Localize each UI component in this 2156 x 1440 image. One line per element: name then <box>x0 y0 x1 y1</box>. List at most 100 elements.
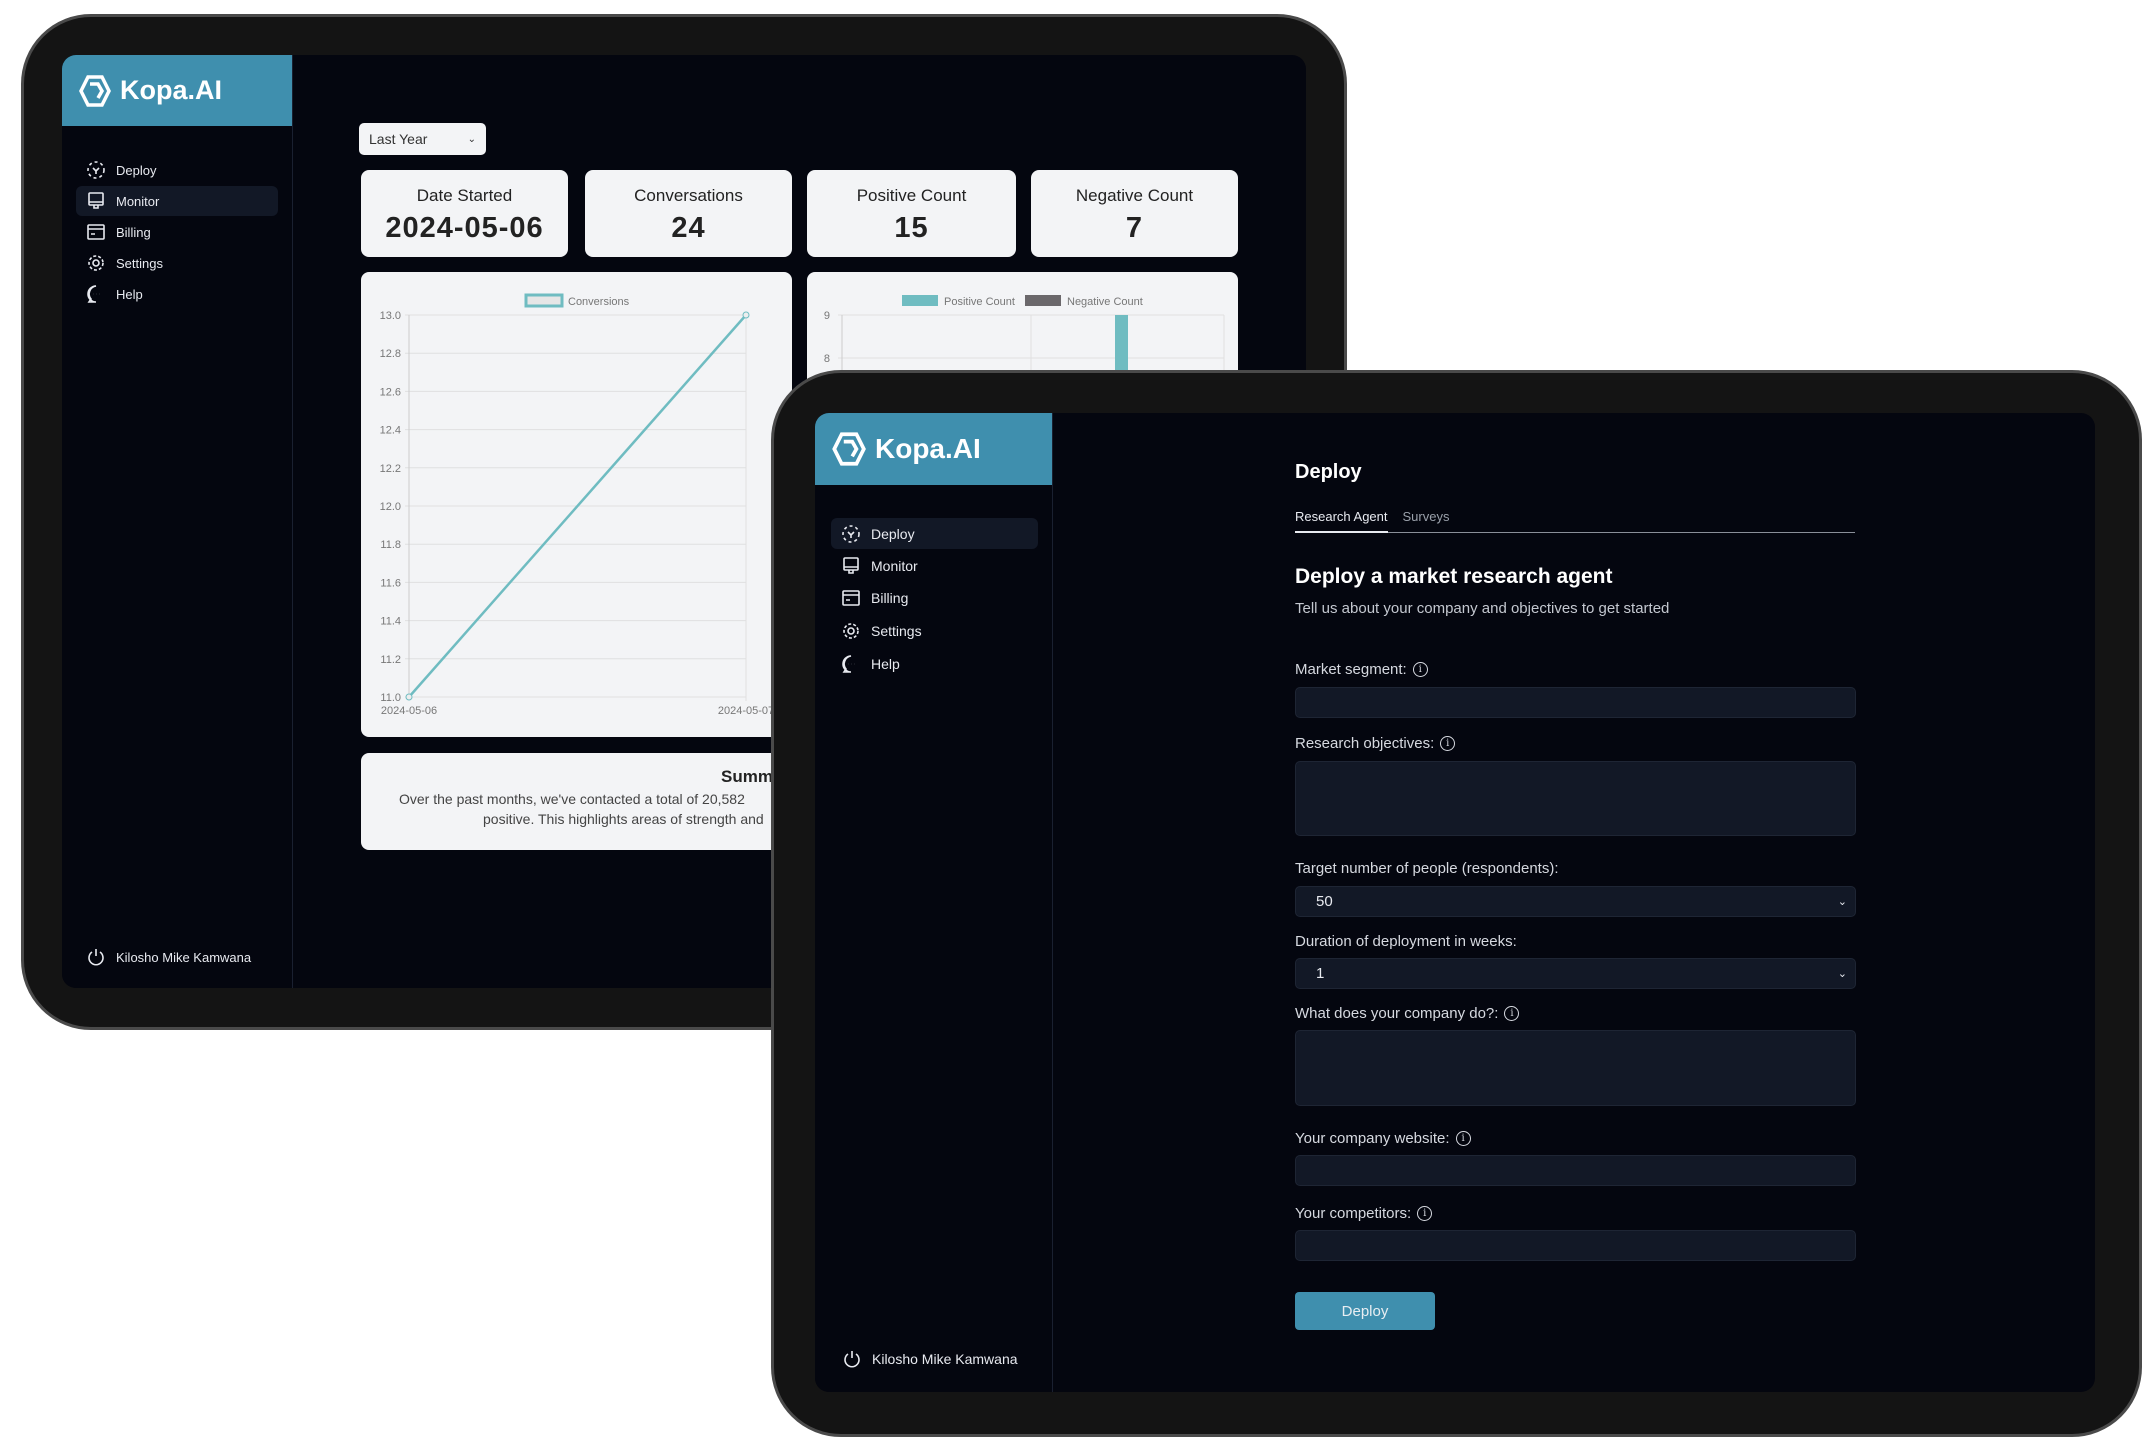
sidebar-item-monitor[interactable]: Monitor <box>831 550 1038 581</box>
label-text: Target number of people (respondents): <box>1295 860 1559 877</box>
label-text: What does your company do?: <box>1295 1005 1499 1022</box>
info-icon[interactable]: i <box>1455 1131 1471 1146</box>
legend-label: Negative Count <box>1067 296 1143 308</box>
sidebar-item-billing[interactable]: Billing <box>831 582 1038 613</box>
brand-header: Kopa.AI <box>62 55 292 126</box>
duration-select[interactable]: 1 ⌄ <box>1295 958 1856 989</box>
stat-value: 7 <box>1125 212 1144 244</box>
info-icon[interactable]: i <box>1440 736 1456 751</box>
deploy-icon <box>87 161 105 179</box>
y-tick-label: 12.4 <box>380 425 401 437</box>
user-name: Kilosho Mike Kamwana <box>872 1351 1018 1367</box>
label-text: Research objectives: <box>1295 735 1435 752</box>
label-text: Your company website: <box>1295 1130 1450 1147</box>
page-title: Deploy <box>1295 461 1362 483</box>
select-value: 1 <box>1316 965 1325 982</box>
target-select[interactable]: 50 ⌄ <box>1295 886 1856 917</box>
info-icon[interactable]: i <box>1412 662 1428 677</box>
brand-name: Kopa.AI <box>120 75 223 105</box>
y-tick-label: 12.8 <box>380 348 401 360</box>
sidebar-item-deploy[interactable]: Deploy <box>76 155 278 185</box>
market-segment-input[interactable] <box>1295 687 1856 718</box>
sidebar: Kopa.AI Deploy Monitor Billing Settings … <box>815 413 1053 1392</box>
chevron-down-icon: ⌄ <box>1837 896 1847 908</box>
sidebar-item-monitor[interactable]: Monitor <box>76 186 278 216</box>
research-objectives-textarea[interactable] <box>1295 761 1856 836</box>
user-logout[interactable]: Kilosho Mike Kamwana <box>842 1349 1018 1369</box>
deploy-button[interactable]: Deploy <box>1295 1292 1435 1330</box>
select-value: 50 <box>1316 893 1333 910</box>
sidebar-item-label: Settings <box>116 255 163 271</box>
sidebar-item-label: Billing <box>871 589 909 606</box>
sidebar: Kopa.AI Deploy Monitor Billing Settings … <box>62 55 293 988</box>
y-tick-label: 8 <box>824 353 830 365</box>
legend-label: Positive Count <box>944 296 1015 308</box>
y-tick-label: 13.0 <box>380 310 401 322</box>
y-tick-label: 9 <box>824 310 830 322</box>
research-objectives-label: Research objectives: i <box>1295 735 1456 752</box>
target-label: Target number of people (respondents): <box>1295 860 1559 877</box>
line-chart: 13.0 12.8 12.6 12.4 12.2 12.0 11.8 11.6 11.4 11.2… <box>380 293 774 717</box>
power-icon <box>844 1351 860 1368</box>
x-tick-label: 2024-05-07 <box>718 705 774 717</box>
stat-label: Conversations <box>634 186 743 205</box>
sidebar-item-label: Help <box>871 655 900 672</box>
y-tick-label: 11.0 <box>380 692 401 704</box>
y-tick-label: 12.6 <box>380 386 401 398</box>
tab-research-agent[interactable]: Research Agent <box>1295 509 1388 533</box>
monitor-icon <box>88 192 104 209</box>
user-name: Kilosho Mike Kamwana <box>116 949 252 965</box>
info-icon[interactable]: i <box>1504 1006 1520 1021</box>
stat-card-negative: Negative Count 7 <box>1031 170 1238 257</box>
chat-icon <box>842 654 855 673</box>
stat-card-conversations: Conversations 24 <box>585 170 792 257</box>
user-logout[interactable]: Kilosho Mike Kamwana <box>86 947 251 967</box>
label-text: Market segment: <box>1295 661 1407 678</box>
sidebar-item-label: Help <box>116 286 143 302</box>
tab-bar: Research Agent Surveys <box>1295 509 1855 533</box>
sidebar-item-help[interactable]: Help <box>831 648 1038 679</box>
info-icon[interactable]: i <box>1417 1206 1433 1221</box>
stat-card-positive: Positive Count 15 <box>807 170 1016 257</box>
stat-value: 15 <box>894 212 929 244</box>
y-tick-label: 11.2 <box>380 654 401 666</box>
stat-label: Positive Count <box>856 186 967 205</box>
sidebar-item-settings[interactable]: Settings <box>831 615 1038 646</box>
competitors-label: Your competitors: i <box>1295 1205 1433 1222</box>
y-tick-label: 11.8 <box>380 539 401 551</box>
competitors-input[interactable] <box>1295 1230 1856 1261</box>
deploy-screen: Kopa.AI Deploy Monitor Billing Settings … <box>815 413 2095 1392</box>
y-tick-label: 11.6 <box>380 577 401 589</box>
data-point <box>405 693 413 701</box>
period-select[interactable]: Last Year ⌄ <box>359 123 486 155</box>
y-tick-label: 12.0 <box>380 501 401 513</box>
company-do-label: What does your company do?: i <box>1295 1005 1520 1022</box>
sidebar-item-label: Monitor <box>871 557 918 574</box>
sidebar-item-billing[interactable]: Billing <box>76 217 278 247</box>
sidebar-item-deploy[interactable]: Deploy <box>831 518 1038 549</box>
logo-icon <box>832 432 866 466</box>
sidebar-item-settings[interactable]: Settings <box>76 248 278 278</box>
website-input[interactable] <box>1295 1155 1856 1186</box>
duration-label: Duration of deployment in weeks: <box>1295 933 1517 950</box>
deploy-icon <box>842 524 860 543</box>
gear-icon <box>88 255 104 271</box>
billing-icon <box>87 224 105 240</box>
website-label: Your company website: i <box>1295 1130 1471 1147</box>
stat-value: 24 <box>671 212 706 244</box>
power-icon <box>88 949 104 966</box>
legend-swatch <box>524 293 564 308</box>
chevron-down-icon: ⌄ <box>467 133 476 145</box>
chat-icon <box>87 285 100 303</box>
tab-surveys[interactable]: Surveys <box>1403 509 1450 532</box>
market-segment-label: Market segment: i <box>1295 661 1428 678</box>
y-tick-label: 12.2 <box>380 463 401 475</box>
company-do-textarea[interactable] <box>1295 1030 1856 1106</box>
form-heading: Deploy a market research agent <box>1295 565 1613 588</box>
line-chart-card: 13.0 12.8 12.6 12.4 12.2 12.0 11.8 11.6 11.4 11.2… <box>361 272 792 737</box>
stat-label: Date Started <box>416 186 513 205</box>
sidebar-item-help[interactable]: Help <box>76 279 278 309</box>
sidebar-item-label: Settings <box>871 622 922 639</box>
sidebar-item-label: Deploy <box>116 162 157 178</box>
sidebar-item-label: Billing <box>116 224 151 240</box>
